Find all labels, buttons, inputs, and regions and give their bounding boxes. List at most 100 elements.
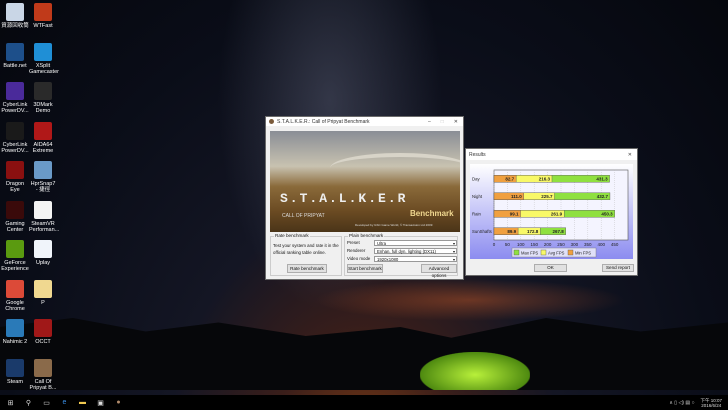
desktop-icon[interactable]: Call Of Pripyat B... xyxy=(29,358,57,391)
app-icon xyxy=(34,82,52,100)
bar-value-label: 99.1 xyxy=(510,211,519,216)
desktop-icon-label: CyberLink PowerDV... xyxy=(1,102,29,114)
desktop-icon-label: CyberLink PowerDV... xyxy=(1,141,29,154)
close-icon[interactable]: ✕ xyxy=(454,119,458,125)
desktop-icon[interactable]: Gaming Center xyxy=(1,200,29,233)
category-label: Night xyxy=(472,194,483,199)
desktop-icon-label: Battle.net xyxy=(3,62,27,69)
preset-label: Preset xyxy=(347,240,360,245)
start-benchmark-button[interactable]: Start benchmark xyxy=(347,264,383,273)
bar-value-label: 82.7 xyxy=(505,176,514,181)
rate-benchmark-group: Rate benchmark Test your system and rate… xyxy=(270,233,342,276)
bar-value-label: 225.7 xyxy=(541,194,553,199)
desktop-icon-label: Call Of Pripyat B... xyxy=(29,378,57,391)
stalker-logo: S.T.A.L.K.E.R xyxy=(280,191,408,206)
desktop-icon[interactable]: Battle.net xyxy=(1,42,29,69)
group-label: Rate benchmark xyxy=(274,233,310,238)
app-icon xyxy=(34,279,52,298)
app-icon xyxy=(34,240,52,258)
bar-value-label: 111.0 xyxy=(511,194,522,199)
tray-icons[interactable]: ∧ ▯ ◁) ▤ ○ xyxy=(669,400,694,406)
desktop-icon-label: GeForce Experience xyxy=(1,260,29,272)
window-title: S.T.A.L.K.E.R.: Call of Pripyat Benchmar… xyxy=(277,118,370,125)
app-icon xyxy=(34,161,52,179)
taskbar: ⊞ ⚲ ▭ e ▬ ▣ ● ∧ ▯ ◁) ▤ ○ 下午 10:07 2016/6… xyxy=(0,395,728,410)
desktop-icon[interactable]: Nahimic 2 xyxy=(1,319,29,345)
legend-swatch xyxy=(513,249,520,256)
wallpaper-tent xyxy=(420,352,530,390)
advanced-options-button[interactable]: Advanced options xyxy=(421,264,457,278)
desktop-icon[interactable]: Uplay xyxy=(29,240,57,266)
app-icon xyxy=(34,358,52,377)
bar-value-label: 267.8 xyxy=(553,229,565,234)
x-tick-label: 150 xyxy=(530,242,538,247)
minimize-icon[interactable]: – xyxy=(428,119,431,125)
desktop-icon[interactable]: Dragon Eye xyxy=(1,161,29,193)
app-icon xyxy=(6,3,24,21)
x-tick-label: 100 xyxy=(517,242,525,247)
stalker-benchmark-window: S.T.A.L.K.E.R.: Call of Pripyat Benchmar… xyxy=(265,116,464,280)
desktop-icon-label: Dragon Eye xyxy=(5,181,25,193)
store-icon[interactable]: ▣ xyxy=(93,399,108,407)
category-label: Rain xyxy=(472,211,481,216)
fps-chart: 0 50 100 150 200 250 300 350 400 450Day 431.3216.3… xyxy=(470,164,633,259)
desktop-icon[interactable]: 3DMark Demo xyxy=(29,82,57,114)
desktop-icon[interactable]: XSplit Gamecaster xyxy=(29,42,59,75)
preset-select[interactable]: Ultra xyxy=(374,240,457,246)
ok-button[interactable]: OK xyxy=(534,264,567,272)
app-icon xyxy=(34,319,52,337)
stalker-taskbar-icon[interactable]: ● xyxy=(111,399,126,406)
renderer-select[interactable]: Enhan. full dyn. lighting (DX11) xyxy=(374,248,457,254)
desktop-icon[interactable]: 資源回收筒 xyxy=(1,3,29,29)
bar-value-label: 89.9 xyxy=(507,229,516,234)
desktop-icon[interactable]: GeForce Experience xyxy=(1,240,29,272)
title-bar[interactable]: S.T.A.L.K.E.R.: Call of Pripyat Benchmar… xyxy=(266,117,463,126)
rate-description: Test your system and rate it in the offi… xyxy=(273,243,339,255)
rate-benchmark-button[interactable]: Rate benchmark xyxy=(287,264,327,273)
desktop-icon-label: OCCT xyxy=(35,339,51,345)
desktop-icon[interactable]: Google Chrome xyxy=(1,279,29,312)
search-icon[interactable]: ⚲ xyxy=(21,399,36,407)
video-mode-select[interactable]: 1920x1080 xyxy=(374,256,457,262)
desktop-icon[interactable]: CyberLink PowerDV... xyxy=(1,121,29,154)
app-icon xyxy=(269,119,274,124)
app-icon xyxy=(34,200,52,219)
desktop-icon[interactable]: HprSnap7 - 捷徑 xyxy=(29,161,57,193)
desktop-icon[interactable]: SteamVR Performan... xyxy=(29,200,59,233)
logo-subtitle: CALL OF PRIPYAT xyxy=(282,213,325,219)
app-icon xyxy=(6,358,24,377)
edge-icon[interactable]: e xyxy=(57,399,72,406)
x-tick-label: 50 xyxy=(505,242,511,247)
desktop-icon-label: 資源回收筒 xyxy=(1,23,29,29)
desktop-icon-label: WTFast xyxy=(33,23,53,29)
task-view-icon[interactable]: ▭ xyxy=(39,399,54,407)
banner-image: S.T.A.L.K.E.R CALL OF PRIPYAT Benchmark … xyxy=(270,131,460,232)
group-label: Plain benchmark xyxy=(348,233,385,238)
bar-value-label: 450.3 xyxy=(601,211,613,216)
desktop-icon[interactable]: WTFast xyxy=(29,3,57,29)
video-mode-label: Video mode xyxy=(347,256,371,261)
start-icon[interactable]: ⊞ xyxy=(3,399,18,407)
app-icon xyxy=(6,82,24,100)
legend-swatch xyxy=(540,249,547,256)
legend-label: Min FPS xyxy=(575,251,591,256)
desktop-icon-label: Google Chrome xyxy=(5,299,25,312)
app-icon xyxy=(34,121,52,140)
close-icon[interactable]: ✕ xyxy=(628,152,632,158)
x-tick-label: 450 xyxy=(611,242,619,247)
title-bar[interactable]: Results ✕ xyxy=(466,149,637,160)
category-label: SunShafts xyxy=(472,229,492,234)
clock[interactable]: 下午 10:07 2016/6/24 xyxy=(700,398,722,408)
desktop-icon[interactable]: AIDA64 Extreme xyxy=(29,121,57,154)
desktop-icon[interactable]: OCCT xyxy=(29,319,57,345)
maximize-icon[interactable]: □ xyxy=(441,119,444,125)
app-icon xyxy=(6,240,24,258)
desktop-icon[interactable]: CyberLink PowerDV... xyxy=(1,82,29,114)
desktop-icon-label: XSplit Gamecaster xyxy=(29,62,59,75)
file-explorer-icon[interactable]: ▬ xyxy=(75,399,90,406)
desktop-icon[interactable]: Steam xyxy=(1,358,29,385)
desktop-icon-label: Nahimic 2 xyxy=(2,339,28,345)
app-icon xyxy=(6,200,24,219)
desktop-icon[interactable]: P xyxy=(29,279,57,306)
send-report-button[interactable]: Send report xyxy=(602,264,634,272)
